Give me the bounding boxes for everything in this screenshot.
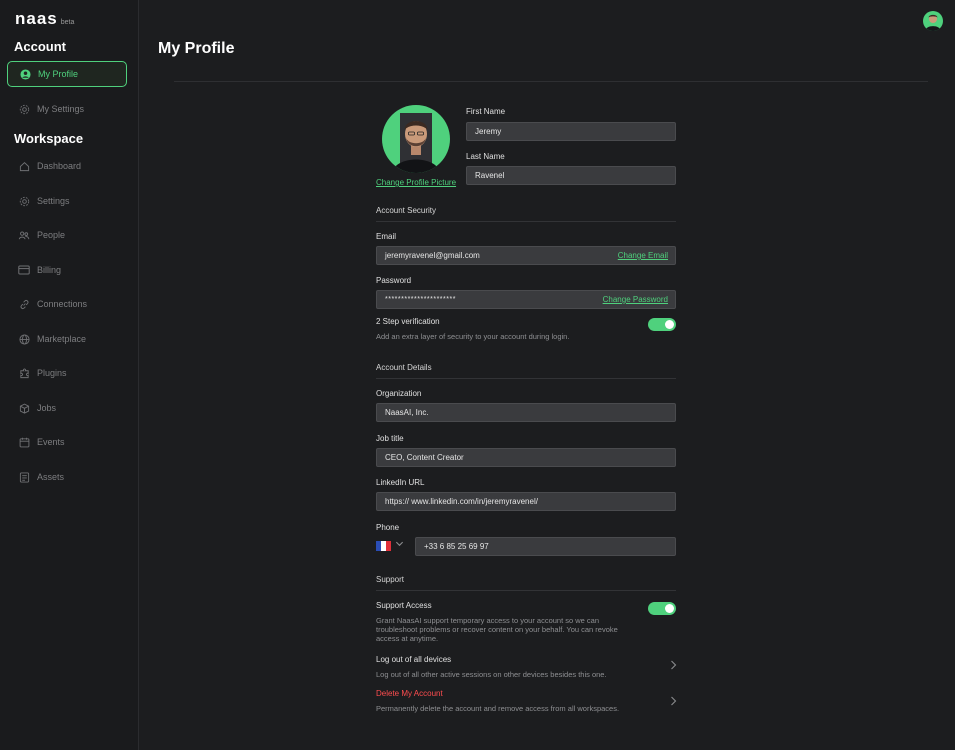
last-name-value: Ravenel <box>475 171 505 180</box>
chevron-right-icon[interactable] <box>670 696 677 709</box>
last-name-label: Last Name <box>466 152 505 161</box>
email-value: jeremyravenel@gmail.com <box>385 251 480 260</box>
gear-icon <box>18 195 30 207</box>
gear-icon <box>18 103 30 115</box>
support-access-label: Support Access <box>376 601 432 610</box>
sidebar-item-events[interactable]: Events <box>7 429 127 455</box>
password-field[interactable]: ********************** Change Password <box>376 290 676 309</box>
sidebar-item-dashboard[interactable]: Dashboard <box>7 153 127 179</box>
password-label: Password <box>376 276 412 285</box>
sidebar-item-jobs[interactable]: Jobs <box>7 395 127 421</box>
sidebar-item-billing[interactable]: Billing <box>7 257 127 283</box>
organization-label: Organization <box>376 389 422 398</box>
password-value: ********************** <box>385 296 456 303</box>
account-security-heading: Account Security <box>376 206 437 215</box>
avatar[interactable] <box>923 11 943 31</box>
last-name-field[interactable]: Ravenel <box>466 166 676 185</box>
sidebar-item-label: Assets <box>37 472 65 482</box>
account-details-heading: Account Details <box>376 363 432 372</box>
calendar-icon <box>18 436 30 448</box>
logout-all-devices-label[interactable]: Log out of all devices <box>376 655 451 664</box>
sidebar-item-label: Jobs <box>37 403 57 413</box>
header-divider <box>174 81 928 82</box>
profile-picture <box>382 105 450 173</box>
linkedin-label: LinkedIn URL <box>376 478 425 487</box>
file-icon <box>18 471 30 483</box>
job-title-label: Job title <box>376 434 404 443</box>
delete-account-label[interactable]: Delete My Account <box>376 689 443 698</box>
sidebar-item-label: Billing <box>37 265 62 275</box>
sidebar-item-my-settings[interactable]: My Settings <box>7 96 127 122</box>
france-flag-icon[interactable] <box>376 541 391 551</box>
organization-value: NaasAI, Inc. <box>385 408 429 417</box>
sidebar-item-label: Events <box>37 437 65 447</box>
two-step-description: Add an extra layer of security to your a… <box>376 332 570 341</box>
sidebar-item-marketplace[interactable]: Marketplace <box>7 326 127 352</box>
divider <box>376 378 676 379</box>
phone-value: +33 6 85 25 69 97 <box>424 542 489 551</box>
chevron-down-icon[interactable] <box>395 539 404 550</box>
sidebar-item-people[interactable]: People <box>7 222 127 248</box>
sidebar-item-label: My Settings <box>37 104 85 114</box>
linkedin-value: https:// www.linkedin.com/in/jeremyraven… <box>385 497 538 506</box>
change-email-link[interactable]: Change Email <box>618 251 668 260</box>
logo[interactable]: naas beta <box>15 9 74 29</box>
phone-label: Phone <box>376 523 400 532</box>
change-profile-picture-link[interactable]: Change Profile Picture <box>376 178 456 187</box>
logo-beta-tag: beta <box>60 19 75 26</box>
delete-account-description: Permanently delete the account and remov… <box>376 704 620 713</box>
workspace-section-title: Workspace <box>14 131 84 146</box>
two-step-toggle[interactable] <box>648 318 676 331</box>
first-name-value: Jeremy <box>475 127 502 136</box>
sidebar-item-settings[interactable]: Settings <box>7 188 127 214</box>
user-circle-icon <box>19 68 31 80</box>
sidebar: naas beta Account My Profile My Settings… <box>0 0 139 750</box>
page-title: My Profile <box>158 40 235 57</box>
email-field[interactable]: jeremyravenel@gmail.com Change Email <box>376 246 676 265</box>
chevron-right-icon[interactable] <box>670 660 677 673</box>
logo-text: naas <box>15 9 58 28</box>
first-name-label: First Name <box>466 107 506 116</box>
support-access-toggle[interactable] <box>648 602 676 615</box>
phone-field[interactable]: +33 6 85 25 69 97 <box>415 537 676 556</box>
home-icon <box>18 160 30 172</box>
divider <box>376 590 676 591</box>
sidebar-item-assets[interactable]: Assets <box>7 464 127 490</box>
logout-all-devices-description: Log out of all other active sessions on … <box>376 670 607 679</box>
support-heading: Support <box>376 575 405 584</box>
account-section-title: Account <box>14 39 66 54</box>
sidebar-item-my-profile[interactable]: My Profile <box>7 61 127 87</box>
email-label: Email <box>376 232 397 241</box>
sidebar-item-connections[interactable]: Connections <box>7 291 127 317</box>
sidebar-item-label: People <box>37 230 66 240</box>
sidebar-item-label: My Profile <box>38 69 79 79</box>
people-icon <box>18 229 30 241</box>
support-access-description: Grant NaasAI support temporary access to… <box>376 616 618 643</box>
two-step-label: 2 Step verification <box>376 317 440 326</box>
globe-icon <box>18 333 30 345</box>
job-title-value: CEO, Content Creator <box>385 453 464 462</box>
link-icon <box>18 298 30 310</box>
puzzle-icon <box>18 367 30 379</box>
organization-field[interactable]: NaasAI, Inc. <box>376 403 676 422</box>
change-password-link[interactable]: Change Password <box>603 295 668 304</box>
sidebar-item-label: Marketplace <box>37 334 87 344</box>
sidebar-item-label: Connections <box>37 299 88 309</box>
box-icon <box>18 402 30 414</box>
sidebar-item-label: Plugins <box>37 368 67 378</box>
linkedin-field[interactable]: https:// www.linkedin.com/in/jeremyraven… <box>376 492 676 511</box>
sidebar-item-label: Settings <box>37 196 70 206</box>
job-title-field[interactable]: CEO, Content Creator <box>376 448 676 467</box>
sidebar-item-label: Dashboard <box>37 161 82 171</box>
divider <box>376 221 676 222</box>
first-name-field[interactable]: Jeremy <box>466 122 676 141</box>
sidebar-item-plugins[interactable]: Plugins <box>7 360 127 386</box>
card-icon <box>18 264 30 276</box>
